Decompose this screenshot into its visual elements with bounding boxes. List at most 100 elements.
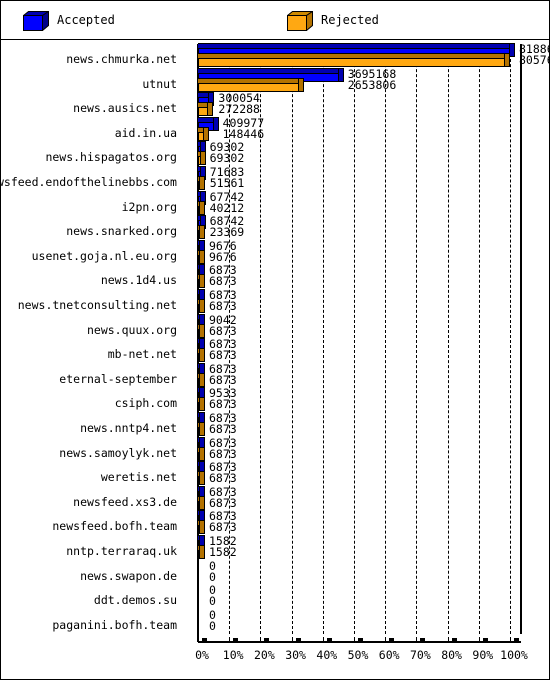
bar-end-cap [199,422,205,436]
category-label: news.quux.org [86,322,177,337]
category-label: newsfeed.endofthelinebbs.com [0,175,177,189]
bar-end-cap [199,446,205,461]
bar-end-cap [199,274,205,289]
bar-value-label-rejected: 6873 [209,471,237,486]
axis-tick [416,637,418,642]
axis-tick-base [264,638,270,642]
bar-value-label-rejected: 40212 [209,200,245,215]
axis-tick-base [514,638,519,642]
axis-tick-base [233,638,239,642]
plot-area: news.chmurka.net utnut news.ausics.net aid.… [1,40,549,679]
bar-end-cap [212,116,219,131]
bar-end-cap [199,520,205,535]
gridline [385,44,387,634]
bar-end-cap [199,323,205,338]
category-label: news.ausics.net [73,101,177,116]
category-label: news.samoylyk.net [59,445,177,460]
category-label: utnut [142,76,177,91]
bar-end-cap [199,299,205,313]
category-label: news.nntp4.net [80,421,177,435]
bar-end-cap [207,102,214,117]
axis-tick [447,637,449,642]
bar-segment [198,53,505,67]
category-label: i2pn.org [121,199,177,214]
axis-tick-base [202,638,207,642]
gridline [354,44,355,634]
category-label: usenet.goja.nl.eu.org [31,248,177,263]
category-label: newsfeed.xs3.de [73,494,177,509]
axis-tick [354,637,355,642]
category-axis-line-shadow [198,642,521,643]
axis-tick-base [482,638,488,642]
legend-label-accepted: Accepted [57,13,115,27]
bar-face [198,58,505,67]
bar-top-bevel [198,43,510,48]
bar-end-cap [199,225,205,240]
bar-value-label-rejected: 6873 [209,397,237,412]
bar-value-label-rejected: 148446 [222,126,265,141]
bar-end-cap [199,151,206,166]
bar-end-cap [199,545,205,559]
bar-end-cap [199,471,205,486]
bar-value-label-rejected: 6873 [209,299,237,313]
category-label: mb-net.net [107,347,177,362]
bar-value-label-rejected: 6873 [209,446,237,461]
bar-end-cap [199,200,205,215]
axis-tick [510,637,511,642]
bar-value-label-rejected: 6873 [209,520,237,535]
category-label: news.swapon.de [80,568,177,583]
bar-top-bevel [198,116,214,122]
bar-value-label-rejected: 23369 [209,225,245,240]
axis-tick-base [358,638,363,642]
bar-value-label-rejected: 6873 [209,422,237,436]
bar-end-cap [199,348,205,363]
category-label: weretis.net [100,470,177,485]
category-label: news.snarked.org [66,224,177,239]
category-label: news.chmurka.net [66,52,177,66]
bar-value-label-rejected: 6873 [209,348,237,363]
bar-value-label-rejected: 69302 [209,151,245,166]
gridline [510,44,511,634]
bar-value-label-rejected: 51561 [209,176,245,190]
category-label: newsfeed.bofh.team [52,519,177,534]
bar-end-cap [199,249,205,264]
bar-value-label-rejected: 9676 [209,249,237,264]
category-label: aid.in.ua [114,125,177,140]
bar-end-cap [337,67,344,82]
axis-tick [198,637,199,642]
axis-tick-base [295,638,301,642]
gridline [416,44,418,634]
chart-legend: Accepted Rejected [1,1,549,40]
bar-end-cap [202,126,209,141]
axis-tick [260,637,262,642]
bar-end-cap [504,53,510,67]
axis-tick [291,637,293,642]
axis-tick-base [389,638,395,642]
bar-value-label-rejected: 0 [209,594,216,609]
gridline [447,44,449,634]
gridline [322,44,324,634]
legend-label-rejected: Rejected [321,13,379,27]
bar-value-label-rejected: 272288 [218,102,260,117]
bar-end-cap [298,77,305,92]
category-label: news.tnetconsulting.net [17,298,177,312]
category-label: news.hispagatos.org [45,150,177,165]
axis-tick-base [420,638,426,642]
cube-icon-rejected [286,10,315,32]
bar-value-label-rejected: 6873 [209,495,237,510]
axis-tick-label: 100% [500,648,528,662]
axis-tick [478,637,480,642]
gridline [291,44,293,634]
category-label: ddt.demos.su [93,593,177,608]
bar-top-bevel [198,67,339,73]
bar-end-cap [199,372,205,387]
axis-tick-base [326,638,332,642]
cube-icon-accepted [22,10,51,32]
bar-value-label-rejected: 2653806 [347,77,397,92]
axis-tick [229,637,231,642]
bar-end-cap [199,495,205,510]
gridline [478,44,480,634]
bar-value-label-rejected: 6873 [209,372,237,387]
bar-top-bevel [198,77,300,83]
bar-value-label-rejected: 6873 [209,323,237,338]
